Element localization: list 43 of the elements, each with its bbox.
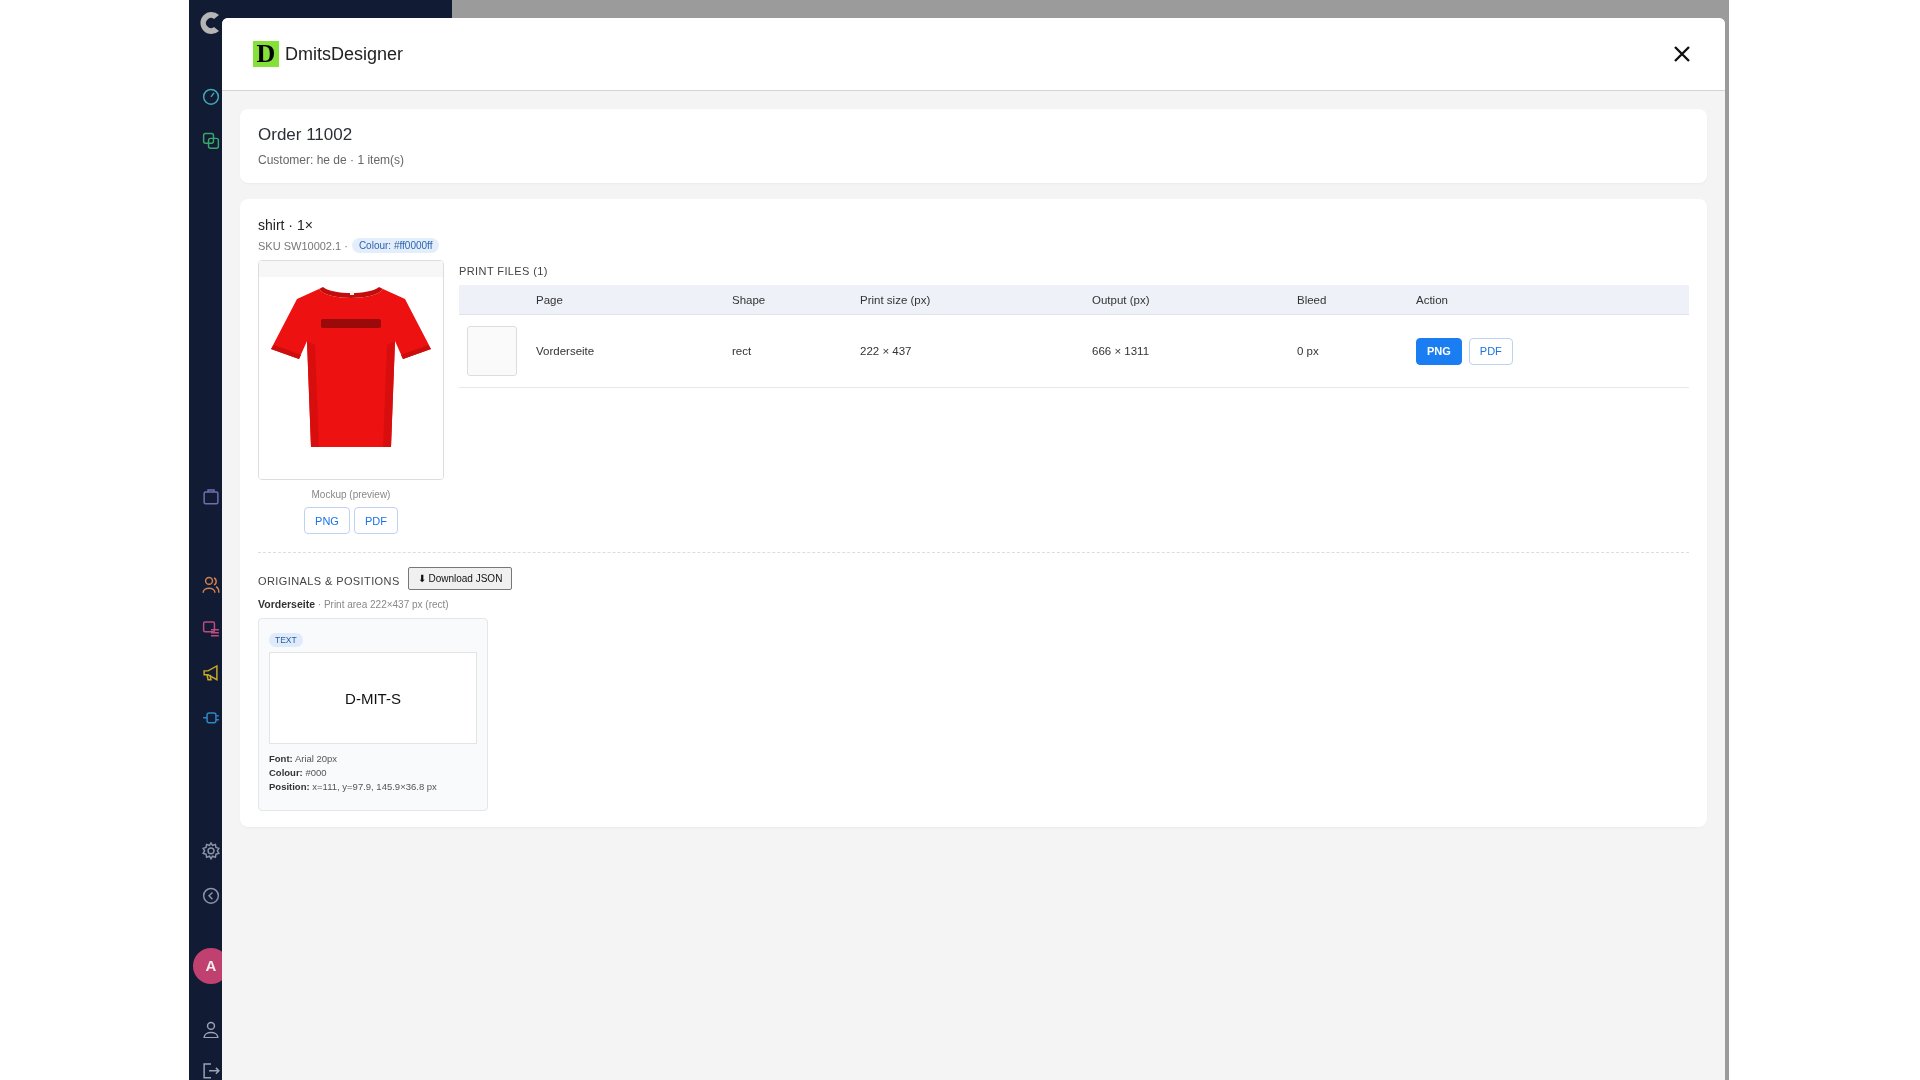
table-cell: rect xyxy=(731,314,859,388)
item-title: shirt · 1× xyxy=(258,217,314,233)
table-cell: Vorderseite xyxy=(535,314,731,388)
user-icon[interactable] xyxy=(202,1020,220,1039)
order-title: Order 11002 xyxy=(258,125,354,145)
section-heading: ORIGINALS & POSITIONS xyxy=(258,575,400,587)
megaphone-icon[interactable] xyxy=(202,664,220,683)
copy-icon[interactable] xyxy=(202,131,220,150)
colour-badge: Colour: #ff0000ff xyxy=(351,238,440,253)
list-icon[interactable] xyxy=(202,619,220,638)
property-line: Colour: #000 xyxy=(269,767,328,778)
download-button[interactable]: PNG xyxy=(304,507,350,534)
gauge-icon[interactable] xyxy=(202,88,220,106)
column-header: Bleed xyxy=(1296,285,1415,315)
print-area-info: Vorderseite · Print area 222×437 px (rect) xyxy=(258,598,450,610)
table-cell: 666 × 1311 xyxy=(1091,314,1296,388)
property-line: Font: Arial 20px xyxy=(269,753,339,764)
download-json-button[interactable]: ⬇ Download JSON xyxy=(407,567,513,590)
settings-icon[interactable] xyxy=(202,841,220,860)
bag-icon[interactable] xyxy=(202,487,220,506)
download-button[interactable]: PDF xyxy=(353,507,398,534)
column-header: Output (px) xyxy=(1091,285,1296,315)
chevron-left-icon[interactable] xyxy=(202,886,220,905)
column-header: Page xyxy=(535,285,731,315)
property-line: Position: x=111, y=97.9, 145.9×36.8 px xyxy=(269,781,438,792)
sku-text: SKU SW10002.1 · xyxy=(258,239,348,252)
app-title: DmitsDesigner xyxy=(285,43,404,65)
download-button[interactable]: PDF xyxy=(1468,337,1513,365)
users-icon[interactable] xyxy=(202,576,220,594)
app-logo: D xyxy=(253,41,279,67)
type-tag: TEXT xyxy=(269,633,303,647)
table-cell: 222 × 437 xyxy=(859,314,1091,388)
column-header: Shape xyxy=(731,285,859,315)
column-header: Print size (px) xyxy=(859,285,1091,315)
logout-icon[interactable] xyxy=(202,1062,220,1080)
thumbnail xyxy=(467,326,517,376)
section-heading: PRINT FILES (1) xyxy=(459,265,549,277)
order-subtitle: Customer: he de · 1 item(s) xyxy=(258,153,406,167)
table-cell: 0 px xyxy=(1296,314,1415,388)
text-preview: D-MIT-S xyxy=(269,652,477,744)
download-button[interactable]: PNG xyxy=(1416,337,1462,365)
column-header: Action xyxy=(1415,285,1689,315)
mockup-caption: Mockup (preview) xyxy=(311,489,391,500)
